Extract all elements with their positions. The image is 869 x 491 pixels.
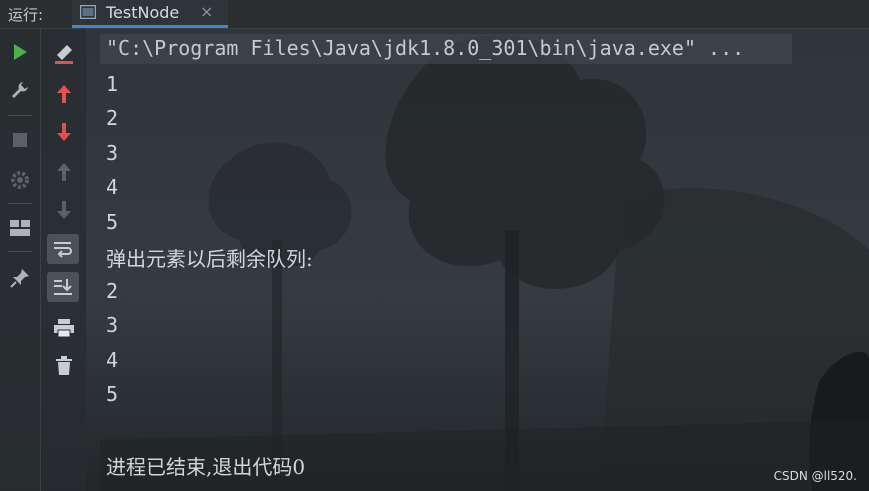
console-output-line: 2 xyxy=(106,106,119,130)
console-output-line: 5 xyxy=(106,382,119,406)
run-label: 运行: xyxy=(8,6,44,24)
print-icon[interactable] xyxy=(51,315,77,341)
console-output-line: 4 xyxy=(106,348,119,372)
clear-icon[interactable] xyxy=(51,41,77,67)
run-icon[interactable] xyxy=(7,39,33,65)
pin-icon[interactable] xyxy=(7,265,33,291)
console-actions-toolbar xyxy=(41,29,86,491)
wrench-icon[interactable] xyxy=(7,77,33,103)
command-line: "C:\Program Files\Java\jdk1.8.0_301\bin\… xyxy=(106,36,745,60)
console-output-line: 1 xyxy=(106,72,119,96)
console-output-line: 3 xyxy=(106,313,119,337)
console-output-line: 3 xyxy=(106,141,119,165)
arrow-down-disabled-icon[interactable] xyxy=(51,197,77,223)
console-output-line: 2 xyxy=(106,279,119,303)
settings-icon[interactable] xyxy=(7,167,33,193)
console-tab-icon xyxy=(80,5,96,19)
tab-testnode[interactable]: TestNode × xyxy=(72,0,228,28)
arrow-down-icon[interactable] xyxy=(51,119,77,145)
run-actions-toolbar xyxy=(0,29,41,491)
watermark: CSDN @ll520. xyxy=(773,469,857,483)
console-output-line: 进程已结束,退出代码0 xyxy=(106,455,306,479)
scroll-to-end-icon[interactable] xyxy=(47,272,79,302)
stop-icon[interactable] xyxy=(7,127,33,153)
console-output-line: 弹出元素以后剩余队列: xyxy=(106,247,313,271)
arrow-up-icon[interactable] xyxy=(51,81,77,107)
arrow-up-disabled-icon[interactable] xyxy=(51,159,77,185)
console-output-line: 5 xyxy=(106,210,119,234)
tab-close-button[interactable]: × xyxy=(200,2,213,21)
tab-title: TestNode xyxy=(106,3,180,22)
console-output-line: 4 xyxy=(106,175,119,199)
layout-icon[interactable] xyxy=(7,215,33,241)
run-tool-window-header: 运行: TestNode × xyxy=(0,0,869,29)
soft-wrap-icon[interactable] xyxy=(47,234,79,264)
trash-icon[interactable] xyxy=(51,353,77,379)
